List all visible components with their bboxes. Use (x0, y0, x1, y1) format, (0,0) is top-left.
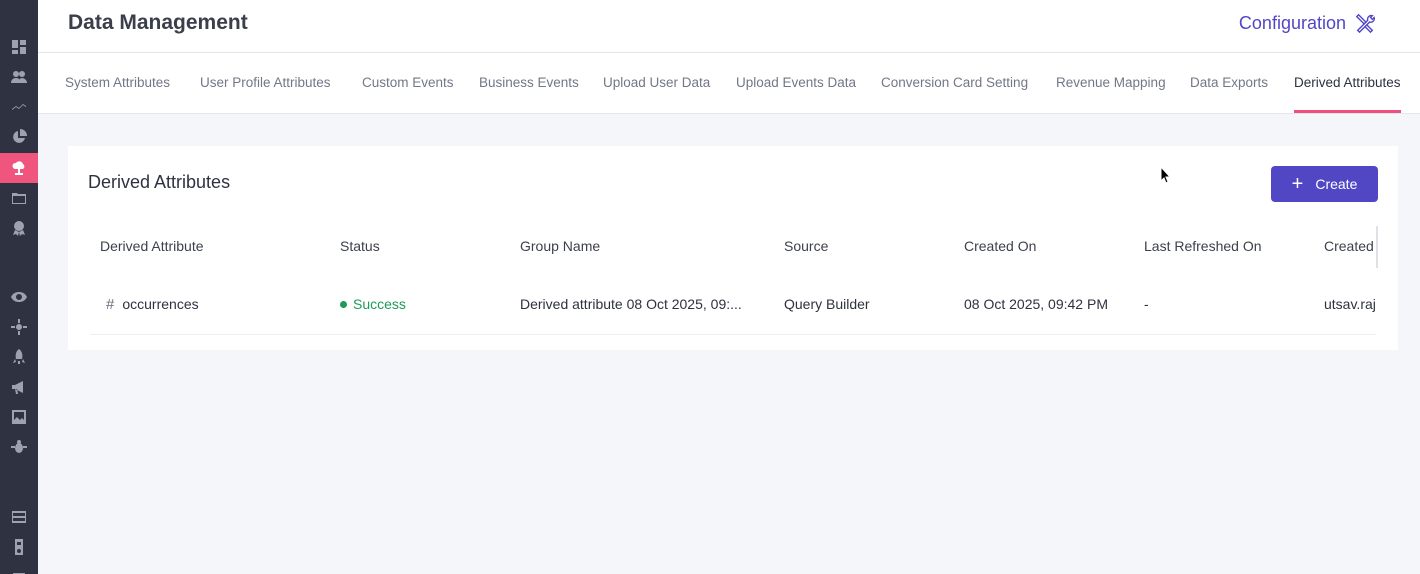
attribute-name-cell[interactable]: # occurrences (106, 296, 199, 313)
configuration-link[interactable]: Configuration (1239, 12, 1376, 34)
create-button[interactable]: + Create (1271, 166, 1378, 202)
card-title: Derived Attributes (88, 172, 231, 192)
column-header[interactable]: Group Name (520, 238, 600, 254)
badge-icon[interactable] (0, 213, 38, 243)
column-header[interactable]: Created (1324, 238, 1374, 254)
status-cell: Success (340, 296, 406, 312)
page-title: Data Management (68, 11, 248, 34)
page-header: Data Management Configuration (38, 0, 1420, 53)
device-icon[interactable] (0, 532, 38, 562)
dashboard-icon[interactable] (0, 32, 38, 62)
status-text: Success (353, 296, 406, 312)
tab-custom-events[interactable]: Custom Events (362, 53, 454, 113)
rocket-icon[interactable] (0, 342, 38, 372)
pie-chart-icon[interactable] (0, 122, 38, 152)
source-cell: Query Builder (784, 296, 870, 312)
tab-conversion-card-setting[interactable]: Conversion Card Setting (881, 53, 1028, 113)
data-cloud-icon[interactable] (0, 153, 38, 183)
tab-revenue-mapping[interactable]: Revenue Mapping (1056, 53, 1166, 113)
tab-system-attributes[interactable]: System Attributes (65, 53, 170, 113)
derived-attributes-card: Derived Attributes + Create Derived Attr… (68, 146, 1398, 350)
sidebar (0, 0, 38, 574)
tools-icon (1355, 13, 1375, 34)
column-header[interactable]: Created On (964, 238, 1036, 254)
bug-icon[interactable] (0, 432, 38, 462)
last-refreshed-cell: - (1144, 296, 1149, 312)
tab-user-profile-attributes[interactable]: User Profile Attributes (200, 53, 331, 113)
more-icon[interactable] (0, 562, 38, 574)
group-name-cell: Derived attribute 08 Oct 2025, 09:... (520, 296, 742, 312)
image-icon[interactable] (0, 402, 38, 432)
created-on-cell: 08 Oct 2025, 09:42 PM (964, 296, 1108, 312)
trend-icon[interactable] (0, 92, 38, 122)
mouse-cursor-icon (1160, 166, 1172, 184)
tab-bar: System Attributes User Profile Attribute… (38, 53, 1420, 114)
column-header[interactable]: Source (784, 238, 828, 254)
eye-icon[interactable] (0, 282, 38, 312)
create-label: Create (1315, 176, 1358, 192)
users-icon[interactable] (0, 62, 38, 92)
folders-icon[interactable] (0, 183, 38, 213)
hash-icon: # (106, 296, 115, 313)
created-by-cell: utsav.raj (1324, 296, 1376, 312)
horizontal-scroll-indicator[interactable] (1376, 226, 1378, 268)
tab-upload-events-data[interactable]: Upload Events Data (736, 53, 856, 113)
status-dot-icon (340, 300, 347, 308)
attribute-name: occurrences (122, 296, 199, 312)
derived-attributes-table: Derived Attribute Status Group Name Sour… (90, 226, 1376, 335)
table-header: Derived Attribute Status Group Name Sour… (90, 226, 1376, 266)
tab-data-exports[interactable]: Data Exports (1190, 53, 1268, 113)
plus-icon: + (1291, 173, 1304, 195)
megaphone-icon[interactable] (0, 372, 38, 402)
column-header[interactable]: Last Refreshed On (1144, 238, 1262, 254)
tab-business-events[interactable]: Business Events (479, 53, 579, 113)
configuration-label: Configuration (1238, 12, 1346, 33)
table-row[interactable]: # occurrences Success Derived attribute 0… (90, 279, 1376, 335)
column-header[interactable]: Derived Attribute (100, 238, 204, 254)
column-header[interactable]: Status (340, 238, 380, 254)
inbox-icon[interactable] (0, 502, 38, 532)
tab-derived-attributes[interactable]: Derived Attributes (1294, 53, 1401, 113)
tab-upload-user-data[interactable]: Upload User Data (603, 53, 710, 113)
settings-sun-icon[interactable] (0, 312, 38, 342)
